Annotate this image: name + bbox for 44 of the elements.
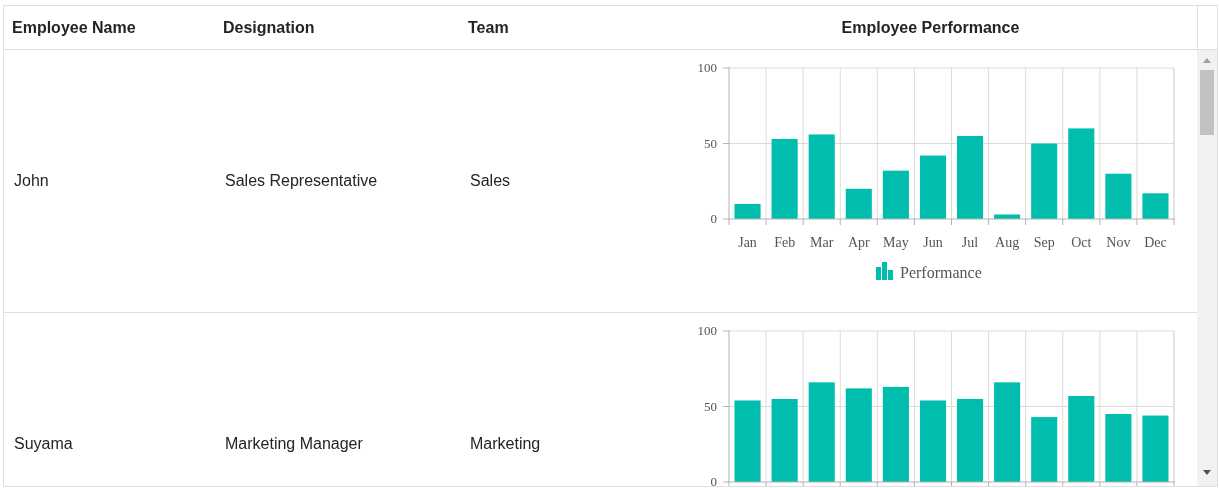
- down-arrow-icon: [1203, 470, 1211, 475]
- table-cell-text: John: [13, 171, 50, 191]
- up-arrow-icon: [1203, 58, 1211, 63]
- bar: [919, 155, 946, 219]
- column-header: Team: [467, 17, 510, 38]
- bar: [1105, 414, 1132, 482]
- axis-tick-label: Aug: [995, 235, 1020, 250]
- axis-tick-label: May: [883, 235, 909, 250]
- table-cell-text: Sales Representative: [224, 171, 379, 191]
- column-header: Employee Name: [11, 17, 137, 38]
- bar: [1105, 173, 1132, 219]
- axis-tick-label: Jun: [923, 235, 943, 250]
- table-cell-text: Marketing Manager: [224, 434, 364, 454]
- bar: [1142, 415, 1169, 482]
- column-header: Designation: [222, 17, 316, 38]
- bar: [1031, 417, 1058, 482]
- axis-tick-label: Apr: [847, 235, 870, 250]
- axis-tick-label: 100: [697, 323, 717, 338]
- axis-tick-label: 50: [704, 135, 717, 151]
- bar: [994, 214, 1021, 219]
- table-cell-text: Marketing: [469, 434, 542, 454]
- axis-tick-label: 0: [710, 211, 717, 226]
- table-cell-text: Suyama: [13, 434, 74, 454]
- bar: [882, 170, 909, 219]
- axis-tick-label: 0: [710, 474, 717, 486]
- axis-tick-label: Jan: [738, 235, 757, 250]
- column-header: Employee Performance: [840, 17, 1021, 38]
- axis-tick-label: Oct: [1071, 235, 1092, 250]
- axis-tick-label: Nov: [1106, 235, 1131, 250]
- bar: [845, 188, 872, 219]
- axis-tick-label: Dec: [1144, 235, 1167, 250]
- axis-tick-label: Jul: [961, 235, 979, 250]
- axis-tick-label: 100: [697, 60, 717, 75]
- axis-tick-label: 50: [704, 398, 717, 414]
- axis-tick-label: Feb: [774, 235, 796, 250]
- bar: [1142, 193, 1169, 219]
- scrollbar[interactable]: [1197, 50, 1217, 486]
- scrollbar-thumb[interactable]: [1200, 70, 1214, 135]
- axis-tick-label: Mar: [810, 235, 834, 250]
- axis-tick-label: Sep: [1033, 235, 1055, 250]
- legend-bar-icon: [876, 262, 893, 280]
- bar: [734, 203, 761, 219]
- legend-label: Performance: [900, 264, 982, 281]
- table-cell-text: Sales: [469, 171, 512, 191]
